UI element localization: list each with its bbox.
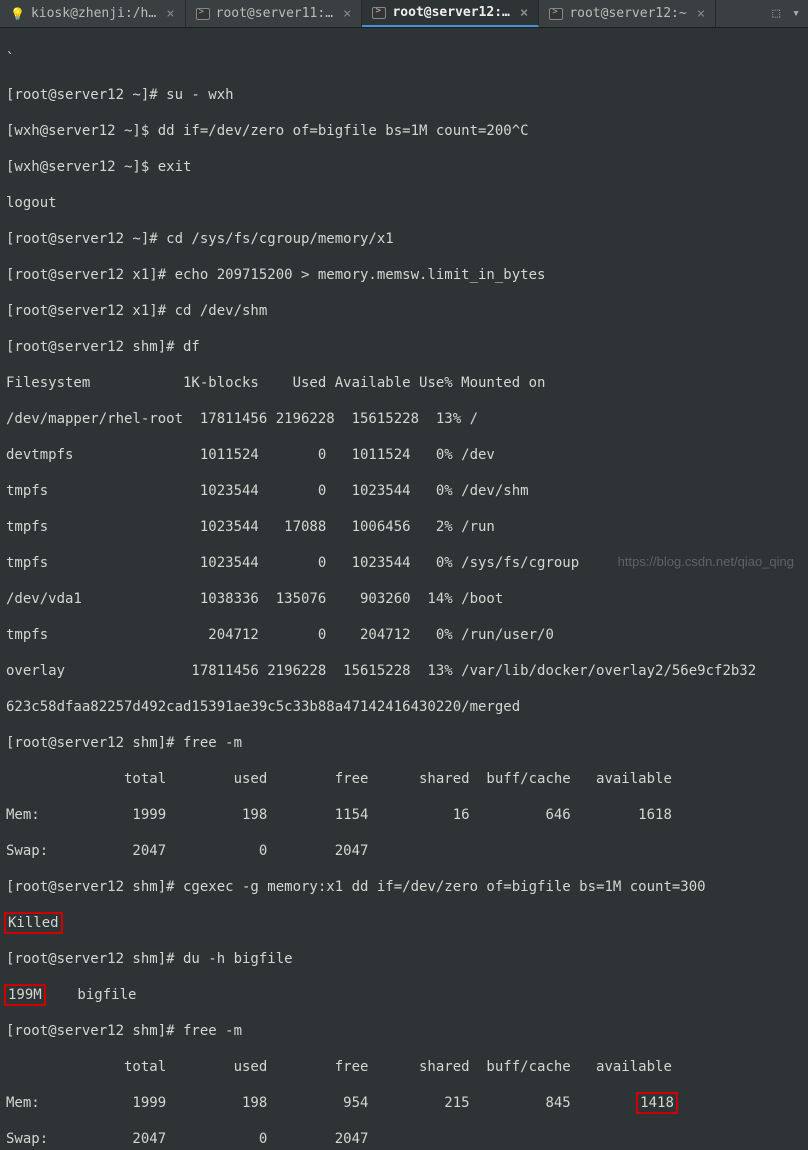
df-row: devtmpfs 1011524 0 1011524 0% /dev — [6, 446, 802, 464]
tab-server11[interactable]: root@server11:… × — [186, 0, 363, 27]
terminal-icon — [549, 8, 563, 20]
free-header: total used free shared buff/cache availa… — [6, 770, 802, 788]
output-line: ` — [6, 50, 802, 68]
terminal-icon — [196, 8, 210, 20]
free-row-part: Mem: 1999 198 954 215 845 — [6, 1095, 638, 1111]
output-line: [root@server12 ~]# cd /sys/fs/cgroup/mem… — [6, 230, 802, 248]
output-line: 199M bigfile — [6, 986, 802, 1004]
tab-bar: 💡 kiosk@zhenji:/h… × root@server11:… × r… — [0, 0, 808, 28]
menu-chevron-icon[interactable]: ▾ — [792, 6, 800, 21]
tab-server12-active[interactable]: root@server12:… × — [362, 0, 539, 27]
available-highlight: 1418 — [636, 1092, 678, 1114]
output-line: logout — [6, 194, 802, 212]
tab-label: root@server11:… — [216, 6, 333, 21]
close-icon[interactable]: × — [343, 6, 351, 22]
close-icon[interactable]: × — [520, 5, 528, 21]
df-row: tmpfs 204712 0 204712 0% /run/user/0 — [6, 626, 802, 644]
free-row: Mem: 1999 198 1154 16 646 1618 — [6, 806, 802, 824]
tab-server12b[interactable]: root@server12:~ × — [539, 0, 716, 27]
output-line: [root@server12 x1]# echo 209715200 > mem… — [6, 266, 802, 284]
free-header: total used free shared buff/cache availa… — [6, 1058, 802, 1076]
free-row: Mem: 1999 198 954 215 845 1418 — [6, 1094, 802, 1112]
tab-label: kiosk@zhenji:/h… — [31, 6, 156, 21]
terminal-icon — [372, 7, 386, 19]
df-row: tmpfs 1023544 17088 1006456 2% /run — [6, 518, 802, 536]
df-row: overlay 17811456 2196228 15615228 13% /v… — [6, 662, 802, 680]
killed-highlight: Killed — [4, 912, 63, 934]
output-line: [wxh@server12 ~]$ exit — [6, 158, 802, 176]
bulb-icon: 💡 — [10, 7, 25, 21]
output-line: Killed — [6, 914, 802, 932]
du-filename: bigfile — [44, 987, 137, 1003]
output-line: [root@server12 shm]# free -m — [6, 1022, 802, 1040]
split-pane-icon[interactable]: ⬚ — [772, 6, 780, 21]
watermark: https://blog.csdn.net/qiao_qing — [618, 554, 794, 569]
terminal-output[interactable]: ` [root@server12 ~]# su - wxh [wxh@serve… — [0, 28, 808, 1150]
df-row: 623c58dfaa82257d492cad15391ae39c5c33b88a… — [6, 698, 802, 716]
df-row: tmpfs 1023544 0 1023544 0% /dev/shm — [6, 482, 802, 500]
output-line: [root@server12 shm]# free -m — [6, 734, 802, 752]
output-line: [root@server12 x1]# cd /dev/shm — [6, 302, 802, 320]
free-row: Swap: 2047 0 2047 — [6, 842, 802, 860]
tabbar-controls: ⬚ ▾ — [772, 6, 808, 21]
tab-label: root@server12:… — [392, 5, 509, 20]
tab-kiosk[interactable]: 💡 kiosk@zhenji:/h… × — [0, 0, 186, 27]
output-line: [wxh@server12 ~]$ dd if=/dev/zero of=big… — [6, 122, 802, 140]
close-icon[interactable]: × — [697, 6, 705, 22]
df-row: /dev/vda1 1038336 135076 903260 14% /boo… — [6, 590, 802, 608]
output-line: [root@server12 shm]# df — [6, 338, 802, 356]
df-row: /dev/mapper/rhel-root 17811456 2196228 1… — [6, 410, 802, 428]
free-row: Swap: 2047 0 2047 — [6, 1130, 802, 1148]
output-line: [root@server12 ~]# su - wxh — [6, 86, 802, 104]
df-header: Filesystem 1K-blocks Used Available Use%… — [6, 374, 802, 392]
close-icon[interactable]: × — [166, 6, 174, 22]
output-line: [root@server12 shm]# cgexec -g memory:x1… — [6, 878, 802, 896]
size-highlight: 199M — [4, 984, 46, 1006]
tab-label: root@server12:~ — [569, 6, 686, 21]
output-line: [root@server12 shm]# du -h bigfile — [6, 950, 802, 968]
